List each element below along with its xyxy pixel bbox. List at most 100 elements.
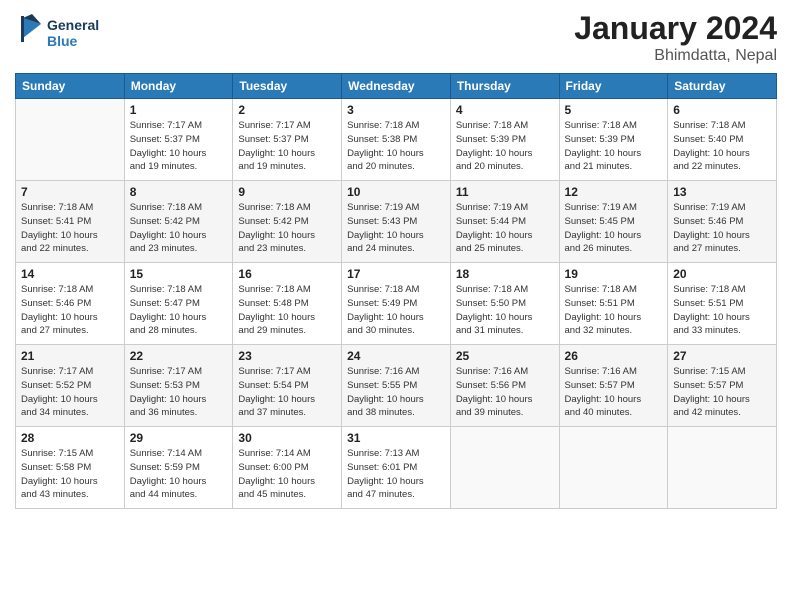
day-number: 17 xyxy=(347,267,445,281)
day-info: Sunrise: 7:18 AMSunset: 5:47 PMDaylight:… xyxy=(130,283,228,338)
header-saturday: Saturday xyxy=(668,74,777,99)
month-title: January 2024 xyxy=(574,10,777,47)
calendar-table: SundayMondayTuesdayWednesdayThursdayFrid… xyxy=(15,73,777,509)
svg-text:General: General xyxy=(47,17,99,33)
header-sunday: Sunday xyxy=(16,74,125,99)
day-cell: 4 Sunrise: 7:18 AMSunset: 5:39 PMDaylight… xyxy=(450,99,559,181)
day-number: 26 xyxy=(565,349,663,363)
day-info: Sunrise: 7:17 AMSunset: 5:52 PMDaylight:… xyxy=(21,365,119,420)
day-cell: 12Sunrise: 7:19 AMSunset: 5:45 PMDayligh… xyxy=(559,181,668,263)
day-cell: 2 Sunrise: 7:17 AMSunset: 5:37 PMDaylight… xyxy=(233,99,342,181)
day-info: Sunrise: 7:18 AMSunset: 5:48 PMDaylight:… xyxy=(238,283,336,338)
day-cell: 31 Sunrise: 7:13 AMSunset: 6:01 PMDayligh… xyxy=(342,427,451,509)
day-cell: 13Sunrise: 7:19 AMSunset: 5:46 PMDayligh… xyxy=(668,181,777,263)
day-number: 2 xyxy=(238,103,336,117)
day-cell: 22Sunrise: 7:17 AMSunset: 5:53 PMDayligh… xyxy=(124,345,233,427)
day-number: 10 xyxy=(347,185,445,199)
day-info: Sunrise: 7:18 AMSunset: 5:38 PMDaylight:… xyxy=(347,119,445,174)
day-cell: 5Sunrise: 7:18 AMSunset: 5:39 PMDaylight… xyxy=(559,99,668,181)
day-info: Sunrise: 7:18 AMSunset: 5:49 PMDaylight:… xyxy=(347,283,445,338)
day-cell: 25 Sunrise: 7:16 AMSunset: 5:56 PMDayligh… xyxy=(450,345,559,427)
day-number: 7 xyxy=(21,185,119,199)
day-number: 21 xyxy=(21,349,119,363)
day-info: Sunrise: 7:18 AMSunset: 5:39 PMDaylight:… xyxy=(565,119,663,174)
header-friday: Friday xyxy=(559,74,668,99)
logo-svg: General Blue xyxy=(15,10,135,54)
day-info: Sunrise: 7:18 AMSunset: 5:46 PMDaylight:… xyxy=(21,283,119,338)
day-cell: 1 Sunrise: 7:17 AMSunset: 5:37 PMDaylight… xyxy=(124,99,233,181)
day-number: 1 xyxy=(130,103,228,117)
header-wednesday: Wednesday xyxy=(342,74,451,99)
day-number: 14 xyxy=(21,267,119,281)
day-info: Sunrise: 7:16 AMSunset: 5:56 PMDaylight:… xyxy=(456,365,554,420)
day-info: Sunrise: 7:18 AMSunset: 5:42 PMDaylight:… xyxy=(238,201,336,256)
week-row-4: 21 Sunrise: 7:17 AMSunset: 5:52 PMDayligh… xyxy=(16,345,777,427)
day-info: Sunrise: 7:14 AMSunset: 6:00 PMDaylight:… xyxy=(238,447,336,502)
day-cell: 26 Sunrise: 7:16 AMSunset: 5:57 PMDayligh… xyxy=(559,345,668,427)
day-number: 31 xyxy=(347,431,445,445)
day-info: Sunrise: 7:18 AMSunset: 5:51 PMDaylight:… xyxy=(673,283,771,338)
day-info: Sunrise: 7:16 AMSunset: 5:57 PMDaylight:… xyxy=(565,365,663,420)
day-number: 8 xyxy=(130,185,228,199)
day-number: 15 xyxy=(130,267,228,281)
day-number: 6 xyxy=(673,103,771,117)
day-cell: 6 Sunrise: 7:18 AMSunset: 5:40 PMDaylight… xyxy=(668,99,777,181)
week-row-1: 1 Sunrise: 7:17 AMSunset: 5:37 PMDaylight… xyxy=(16,99,777,181)
calendar-page: General Blue January 2024 Bhimdatta, Nep… xyxy=(0,0,792,612)
day-info: Sunrise: 7:18 AMSunset: 5:39 PMDaylight:… xyxy=(456,119,554,174)
day-number: 23 xyxy=(238,349,336,363)
header-tuesday: Tuesday xyxy=(233,74,342,99)
header-row: SundayMondayTuesdayWednesdayThursdayFrid… xyxy=(16,74,777,99)
day-cell xyxy=(559,427,668,509)
day-info: Sunrise: 7:19 AMSunset: 5:43 PMDaylight:… xyxy=(347,201,445,256)
day-info: Sunrise: 7:19 AMSunset: 5:46 PMDaylight:… xyxy=(673,201,771,256)
day-info: Sunrise: 7:15 AMSunset: 5:57 PMDaylight:… xyxy=(673,365,771,420)
logo: General Blue xyxy=(15,10,135,54)
day-cell: 18Sunrise: 7:18 AMSunset: 5:50 PMDayligh… xyxy=(450,263,559,345)
day-number: 11 xyxy=(456,185,554,199)
day-number: 4 xyxy=(456,103,554,117)
day-info: Sunrise: 7:15 AMSunset: 5:58 PMDaylight:… xyxy=(21,447,119,502)
day-number: 30 xyxy=(238,431,336,445)
day-cell: 23 Sunrise: 7:17 AMSunset: 5:54 PMDayligh… xyxy=(233,345,342,427)
day-cell: 28 Sunrise: 7:15 AMSunset: 5:58 PMDayligh… xyxy=(16,427,125,509)
day-cell: 9Sunrise: 7:18 AMSunset: 5:42 PMDaylight… xyxy=(233,181,342,263)
title-block: January 2024 Bhimdatta, Nepal xyxy=(574,10,777,65)
day-cell: 3 Sunrise: 7:18 AMSunset: 5:38 PMDaylight… xyxy=(342,99,451,181)
day-info: Sunrise: 7:16 AMSunset: 5:55 PMDaylight:… xyxy=(347,365,445,420)
day-number: 24 xyxy=(347,349,445,363)
day-cell: 21 Sunrise: 7:17 AMSunset: 5:52 PMDayligh… xyxy=(16,345,125,427)
day-cell: 8 Sunrise: 7:18 AMSunset: 5:42 PMDaylight… xyxy=(124,181,233,263)
day-cell xyxy=(450,427,559,509)
day-number: 22 xyxy=(130,349,228,363)
day-cell: 30 Sunrise: 7:14 AMSunset: 6:00 PMDayligh… xyxy=(233,427,342,509)
week-row-2: 7Sunrise: 7:18 AMSunset: 5:41 PMDaylight… xyxy=(16,181,777,263)
day-info: Sunrise: 7:18 AMSunset: 5:40 PMDaylight:… xyxy=(673,119,771,174)
day-cell xyxy=(668,427,777,509)
day-cell: 15 Sunrise: 7:18 AMSunset: 5:47 PMDayligh… xyxy=(124,263,233,345)
day-info: Sunrise: 7:19 AMSunset: 5:44 PMDaylight:… xyxy=(456,201,554,256)
week-row-3: 14 Sunrise: 7:18 AMSunset: 5:46 PMDayligh… xyxy=(16,263,777,345)
day-number: 16 xyxy=(238,267,336,281)
day-cell xyxy=(16,99,125,181)
header-thursday: Thursday xyxy=(450,74,559,99)
header-monday: Monday xyxy=(124,74,233,99)
day-cell: 19Sunrise: 7:18 AMSunset: 5:51 PMDayligh… xyxy=(559,263,668,345)
day-info: Sunrise: 7:17 AMSunset: 5:54 PMDaylight:… xyxy=(238,365,336,420)
day-number: 18 xyxy=(456,267,554,281)
day-info: Sunrise: 7:17 AMSunset: 5:37 PMDaylight:… xyxy=(238,119,336,174)
day-number: 25 xyxy=(456,349,554,363)
day-number: 29 xyxy=(130,431,228,445)
day-info: Sunrise: 7:13 AMSunset: 6:01 PMDaylight:… xyxy=(347,447,445,502)
header: General Blue January 2024 Bhimdatta, Nep… xyxy=(15,10,777,65)
day-info: Sunrise: 7:17 AMSunset: 5:37 PMDaylight:… xyxy=(130,119,228,174)
day-number: 27 xyxy=(673,349,771,363)
day-cell: 7Sunrise: 7:18 AMSunset: 5:41 PMDaylight… xyxy=(16,181,125,263)
day-number: 20 xyxy=(673,267,771,281)
day-number: 3 xyxy=(347,103,445,117)
day-cell: 29Sunrise: 7:14 AMSunset: 5:59 PMDayligh… xyxy=(124,427,233,509)
day-number: 28 xyxy=(21,431,119,445)
day-number: 12 xyxy=(565,185,663,199)
day-info: Sunrise: 7:18 AMSunset: 5:42 PMDaylight:… xyxy=(130,201,228,256)
day-cell: 16 Sunrise: 7:18 AMSunset: 5:48 PMDayligh… xyxy=(233,263,342,345)
